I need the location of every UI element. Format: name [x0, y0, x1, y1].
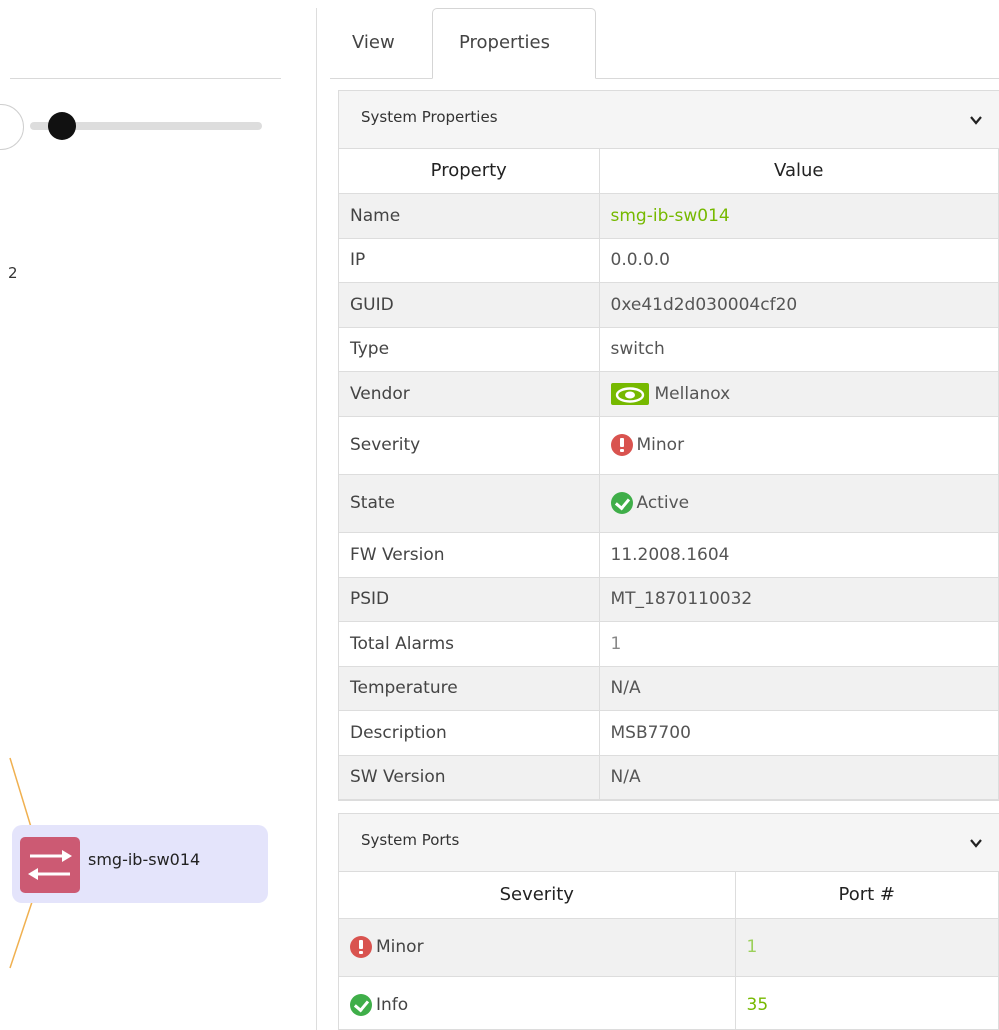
- property-label: Description: [339, 710, 600, 756]
- table-row[interactable]: Info 35: [339, 976, 999, 1029]
- table-row: Total Alarms 1: [339, 621, 999, 667]
- system-properties-table: Property Value Name smg-ib-sw014 IP 0.0.…: [339, 149, 999, 800]
- system-ports-title: System Ports: [361, 831, 460, 849]
- property-label: SW Version: [339, 755, 600, 800]
- property-value-name[interactable]: smg-ib-sw014: [599, 193, 999, 239]
- property-value: Minor: [599, 416, 999, 475]
- system-properties-title: System Properties: [361, 108, 498, 126]
- system-ports-header[interactable]: System Ports: [339, 814, 999, 872]
- column-header-severity[interactable]: Severity: [339, 872, 736, 919]
- property-label: State: [339, 474, 600, 533]
- port-number[interactable]: 35: [735, 976, 999, 1029]
- table-row: Temperature N/A: [339, 666, 999, 711]
- port-number[interactable]: 1: [735, 918, 999, 977]
- zoom-slider-thumb[interactable]: [48, 112, 76, 140]
- system-properties-panel: System Properties Property Value Name sm…: [338, 90, 999, 801]
- property-value: 0.0.0.0: [599, 238, 999, 283]
- tabs-divider: [330, 78, 999, 79]
- chevron-down-icon[interactable]: [967, 111, 985, 129]
- system-ports-table: Severity Port # Minor 1 Info 35: [339, 872, 999, 1029]
- table-row: Vendor Mellanox: [339, 371, 999, 417]
- table-row[interactable]: Minor 1: [339, 918, 999, 977]
- port-severity-text: Info: [376, 995, 409, 1015]
- property-value: MSB7700: [599, 710, 999, 756]
- table-row: Type switch: [339, 327, 999, 372]
- vendor-name: Mellanox: [654, 383, 731, 404]
- property-value: MT_1870110032: [599, 577, 999, 622]
- chevron-down-icon[interactable]: [967, 834, 985, 852]
- tab-properties[interactable]: Properties: [432, 8, 596, 79]
- port-severity-text: Minor: [376, 937, 424, 957]
- table-row: FW Version 11.2008.1604: [339, 532, 999, 578]
- tab-view[interactable]: View: [352, 32, 395, 64]
- property-value: Mellanox: [599, 371, 999, 417]
- table-row: State Active: [339, 474, 999, 533]
- property-value: N/A: [599, 755, 999, 800]
- nvidia-logo-icon: [610, 382, 649, 405]
- property-label: PSID: [339, 577, 600, 622]
- property-label: GUID: [339, 282, 600, 328]
- property-value: 0xe41d2d030004cf20: [599, 282, 999, 328]
- toolbar-divider: [10, 78, 281, 79]
- state-text: Active: [636, 493, 690, 513]
- column-header-property[interactable]: Property: [339, 149, 600, 194]
- column-header-value[interactable]: Value: [599, 149, 999, 194]
- partial-value: 2: [8, 264, 18, 282]
- property-value: 11.2008.1604: [599, 532, 999, 578]
- system-properties-header[interactable]: System Properties: [339, 91, 999, 149]
- property-label: Severity: [339, 416, 600, 475]
- property-label: Type: [339, 327, 600, 372]
- system-ports-panel: System Ports Severity Port # Minor 1 Inf…: [338, 813, 999, 1030]
- property-value: N/A: [599, 666, 999, 711]
- panel-divider[interactable]: [316, 8, 317, 1030]
- minor-severity-icon: [610, 434, 633, 456]
- property-label: Name: [339, 193, 600, 239]
- minor-severity-icon: [350, 936, 372, 958]
- property-label: IP: [339, 238, 600, 283]
- zoom-reset-button[interactable]: [0, 104, 24, 150]
- check-circle-icon: [610, 492, 633, 514]
- property-value: Active: [599, 474, 999, 533]
- table-row: Description MSB7700: [339, 710, 999, 756]
- severity-text: Minor: [636, 435, 685, 455]
- property-label: Temperature: [339, 666, 600, 711]
- property-label: Total Alarms: [339, 621, 600, 667]
- table-row: Name smg-ib-sw014: [339, 193, 999, 239]
- switch-icon: [20, 837, 80, 893]
- property-value: switch: [599, 327, 999, 372]
- node-label[interactable]: smg-ib-sw014: [88, 850, 200, 869]
- table-row: PSID MT_1870110032: [339, 577, 999, 622]
- table-row: IP 0.0.0.0: [339, 238, 999, 283]
- topology-panel: 2 smg-ib-sw014: [0, 0, 300, 1030]
- check-circle-icon: [350, 994, 372, 1016]
- table-row: SW Version N/A: [339, 755, 999, 800]
- port-severity: Minor: [339, 918, 736, 977]
- tab-properties-label: Properties: [459, 32, 550, 53]
- column-header-port[interactable]: Port #: [735, 872, 999, 919]
- property-label: Vendor: [339, 371, 600, 417]
- property-value: 1: [599, 621, 999, 667]
- port-severity: Info: [339, 976, 736, 1029]
- table-row: Severity Minor: [339, 416, 999, 475]
- table-row: GUID 0xe41d2d030004cf20: [339, 282, 999, 328]
- property-label: FW Version: [339, 532, 600, 578]
